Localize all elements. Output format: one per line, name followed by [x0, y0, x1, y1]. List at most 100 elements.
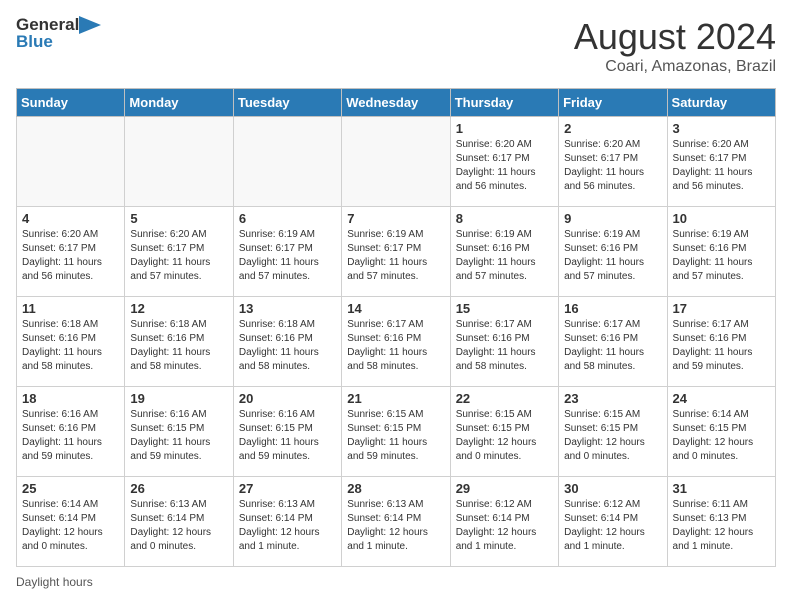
calendar-cell: 7 Sunrise: 6:19 AMSunset: 6:17 PMDaylight… — [342, 207, 450, 297]
footer-note: Daylight hours — [16, 575, 776, 589]
day-info: Sunrise: 6:13 AMSunset: 6:14 PMDaylight:… — [347, 498, 444, 554]
day-info: Sunrise: 6:19 AMSunset: 6:17 PMDaylight:… — [347, 228, 444, 284]
calendar-cell: 3Sunrise: 6:20 AMSunset: 6:17 PMDaylight… — [667, 117, 775, 207]
calendar-cell: 24 Sunrise: 6:14 AMSunset: 6:15 PMDayligh… — [667, 387, 775, 477]
logo-blue: Blue — [16, 33, 101, 52]
day-number: 30 — [564, 481, 661, 496]
day-number: 2 — [564, 121, 661, 136]
day-number: 11 — [22, 301, 119, 316]
calendar-cell: 9 Sunrise: 6:19 AMSunset: 6:16 PMDaylight… — [559, 207, 667, 297]
day-info: Sunrise: 6:20 AMSunset: 6:17 PMDaylight:… — [673, 138, 770, 194]
day-info: Sunrise: 6:16 AMSunset: 6:16 PMDaylight:… — [22, 408, 119, 464]
calendar-week-row: 25 Sunrise: 6:14 AMSunset: 6:14 PMDayligh… — [17, 477, 776, 567]
calendar-cell: 17 Sunrise: 6:17 AMSunset: 6:16 PMDayligh… — [667, 297, 775, 387]
calendar-cell — [233, 117, 341, 207]
calendar-cell: 10 Sunrise: 6:19 AMSunset: 6:16 PMDayligh… — [667, 207, 775, 297]
calendar-cell: 28 Sunrise: 6:13 AMSunset: 6:14 PMDayligh… — [342, 477, 450, 567]
day-info: Sunrise: 6:16 AMSunset: 6:15 PMDaylight:… — [239, 408, 336, 464]
day-number: 14 — [347, 301, 444, 316]
day-number: 15 — [456, 301, 553, 316]
calendar-week-row: 18Sunrise: 6:16 AMSunset: 6:16 PMDayligh… — [17, 387, 776, 477]
day-info: Sunrise: 6:11 AMSunset: 6:13 PMDaylight:… — [673, 498, 770, 554]
calendar-cell: 11 Sunrise: 6:18 AMSunset: 6:16 PMDayligh… — [17, 297, 125, 387]
day-number: 7 — [347, 211, 444, 226]
calendar-cell: 16 Sunrise: 6:17 AMSunset: 6:16 PMDayligh… — [559, 297, 667, 387]
calendar-cell: 23Sunrise: 6:15 AMSunset: 6:15 PMDayligh… — [559, 387, 667, 477]
calendar-cell — [342, 117, 450, 207]
day-number: 10 — [673, 211, 770, 226]
calendar-cell: 29Sunrise: 6:12 AMSunset: 6:14 PMDayligh… — [450, 477, 558, 567]
logo-arrow-icon — [79, 16, 101, 34]
day-info: Sunrise: 6:13 AMSunset: 6:14 PMDaylight:… — [130, 498, 227, 554]
calendar-week-row: 4 Sunrise: 6:20 AMSunset: 6:17 PMDaylight… — [17, 207, 776, 297]
calendar-day-header: Saturday — [667, 89, 775, 117]
day-info: Sunrise: 6:12 AMSunset: 6:14 PMDaylight:… — [564, 498, 661, 554]
day-info: Sunrise: 6:20 AMSunset: 6:17 PMDaylight:… — [22, 228, 119, 284]
day-number: 9 — [564, 211, 661, 226]
day-number: 27 — [239, 481, 336, 496]
calendar-cell: 25 Sunrise: 6:14 AMSunset: 6:14 PMDayligh… — [17, 477, 125, 567]
day-number: 6 — [239, 211, 336, 226]
calendar-cell: 31 Sunrise: 6:11 AMSunset: 6:13 PMDayligh… — [667, 477, 775, 567]
day-info: Sunrise: 6:19 AMSunset: 6:16 PMDaylight:… — [564, 228, 661, 284]
day-number: 19 — [130, 391, 227, 406]
day-info: Sunrise: 6:19 AMSunset: 6:16 PMDaylight:… — [456, 228, 553, 284]
day-number: 4 — [22, 211, 119, 226]
day-info: Sunrise: 6:12 AMSunset: 6:14 PMDaylight:… — [456, 498, 553, 554]
day-info: Sunrise: 6:17 AMSunset: 6:16 PMDaylight:… — [456, 318, 553, 374]
calendar-cell: 4 Sunrise: 6:20 AMSunset: 6:17 PMDaylight… — [17, 207, 125, 297]
day-info: Sunrise: 6:18 AMSunset: 6:16 PMDaylight:… — [239, 318, 336, 374]
calendar-cell: 15 Sunrise: 6:17 AMSunset: 6:16 PMDayligh… — [450, 297, 558, 387]
calendar-day-header: Sunday — [17, 89, 125, 117]
calendar-cell: 13 Sunrise: 6:18 AMSunset: 6:16 PMDayligh… — [233, 297, 341, 387]
calendar-cell: 12Sunrise: 6:18 AMSunset: 6:16 PMDayligh… — [125, 297, 233, 387]
subtitle: Coari, Amazonas, Brazil — [574, 58, 776, 76]
day-number: 23 — [564, 391, 661, 406]
calendar-cell: 5Sunrise: 6:20 AMSunset: 6:17 PMDaylight… — [125, 207, 233, 297]
calendar-cell: 22Sunrise: 6:15 AMSunset: 6:15 PMDayligh… — [450, 387, 558, 477]
calendar-cell: 8 Sunrise: 6:19 AMSunset: 6:16 PMDaylight… — [450, 207, 558, 297]
day-number: 31 — [673, 481, 770, 496]
calendar-cell: 14Sunrise: 6:17 AMSunset: 6:16 PMDayligh… — [342, 297, 450, 387]
title-area: August 2024 Coari, Amazonas, Brazil — [574, 16, 776, 76]
calendar-week-row: 11 Sunrise: 6:18 AMSunset: 6:16 PMDayligh… — [17, 297, 776, 387]
day-info: Sunrise: 6:14 AMSunset: 6:15 PMDaylight:… — [673, 408, 770, 464]
header: General Blue August 2024 Coari, Amazonas… — [16, 16, 776, 76]
logo-text: General Blue — [16, 16, 101, 51]
calendar: SundayMondayTuesdayWednesdayThursdayFrid… — [16, 88, 776, 567]
calendar-cell: 30 Sunrise: 6:12 AMSunset: 6:14 PMDayligh… — [559, 477, 667, 567]
day-number: 17 — [673, 301, 770, 316]
calendar-cell: 26 Sunrise: 6:13 AMSunset: 6:14 PMDayligh… — [125, 477, 233, 567]
day-number: 24 — [673, 391, 770, 406]
calendar-cell: 19Sunrise: 6:16 AMSunset: 6:15 PMDayligh… — [125, 387, 233, 477]
day-info: Sunrise: 6:18 AMSunset: 6:16 PMDaylight:… — [130, 318, 227, 374]
day-number: 21 — [347, 391, 444, 406]
calendar-week-row: 1Sunrise: 6:20 AMSunset: 6:17 PMDaylight… — [17, 117, 776, 207]
day-number: 26 — [130, 481, 227, 496]
calendar-day-header: Wednesday — [342, 89, 450, 117]
day-number: 25 — [22, 481, 119, 496]
calendar-cell: 6 Sunrise: 6:19 AMSunset: 6:17 PMDaylight… — [233, 207, 341, 297]
day-info: Sunrise: 6:19 AMSunset: 6:16 PMDaylight:… — [673, 228, 770, 284]
day-info: Sunrise: 6:13 AMSunset: 6:14 PMDaylight:… — [239, 498, 336, 554]
day-number: 28 — [347, 481, 444, 496]
calendar-day-header: Friday — [559, 89, 667, 117]
day-number: 8 — [456, 211, 553, 226]
day-info: Sunrise: 6:20 AMSunset: 6:17 PMDaylight:… — [130, 228, 227, 284]
day-info: Sunrise: 6:19 AMSunset: 6:17 PMDaylight:… — [239, 228, 336, 284]
calendar-day-header: Monday — [125, 89, 233, 117]
calendar-cell — [125, 117, 233, 207]
day-number: 16 — [564, 301, 661, 316]
day-info: Sunrise: 6:14 AMSunset: 6:14 PMDaylight:… — [22, 498, 119, 554]
day-info: Sunrise: 6:20 AMSunset: 6:17 PMDaylight:… — [564, 138, 661, 194]
day-info: Sunrise: 6:15 AMSunset: 6:15 PMDaylight:… — [347, 408, 444, 464]
day-info: Sunrise: 6:17 AMSunset: 6:16 PMDaylight:… — [673, 318, 770, 374]
day-info: Sunrise: 6:15 AMSunset: 6:15 PMDaylight:… — [456, 408, 553, 464]
day-number: 13 — [239, 301, 336, 316]
calendar-cell: 21 Sunrise: 6:15 AMSunset: 6:15 PMDayligh… — [342, 387, 450, 477]
calendar-cell: 27 Sunrise: 6:13 AMSunset: 6:14 PMDayligh… — [233, 477, 341, 567]
day-info: Sunrise: 6:17 AMSunset: 6:16 PMDaylight:… — [564, 318, 661, 374]
day-info: Sunrise: 6:18 AMSunset: 6:16 PMDaylight:… — [22, 318, 119, 374]
calendar-cell: 18Sunrise: 6:16 AMSunset: 6:16 PMDayligh… — [17, 387, 125, 477]
calendar-day-header: Tuesday — [233, 89, 341, 117]
